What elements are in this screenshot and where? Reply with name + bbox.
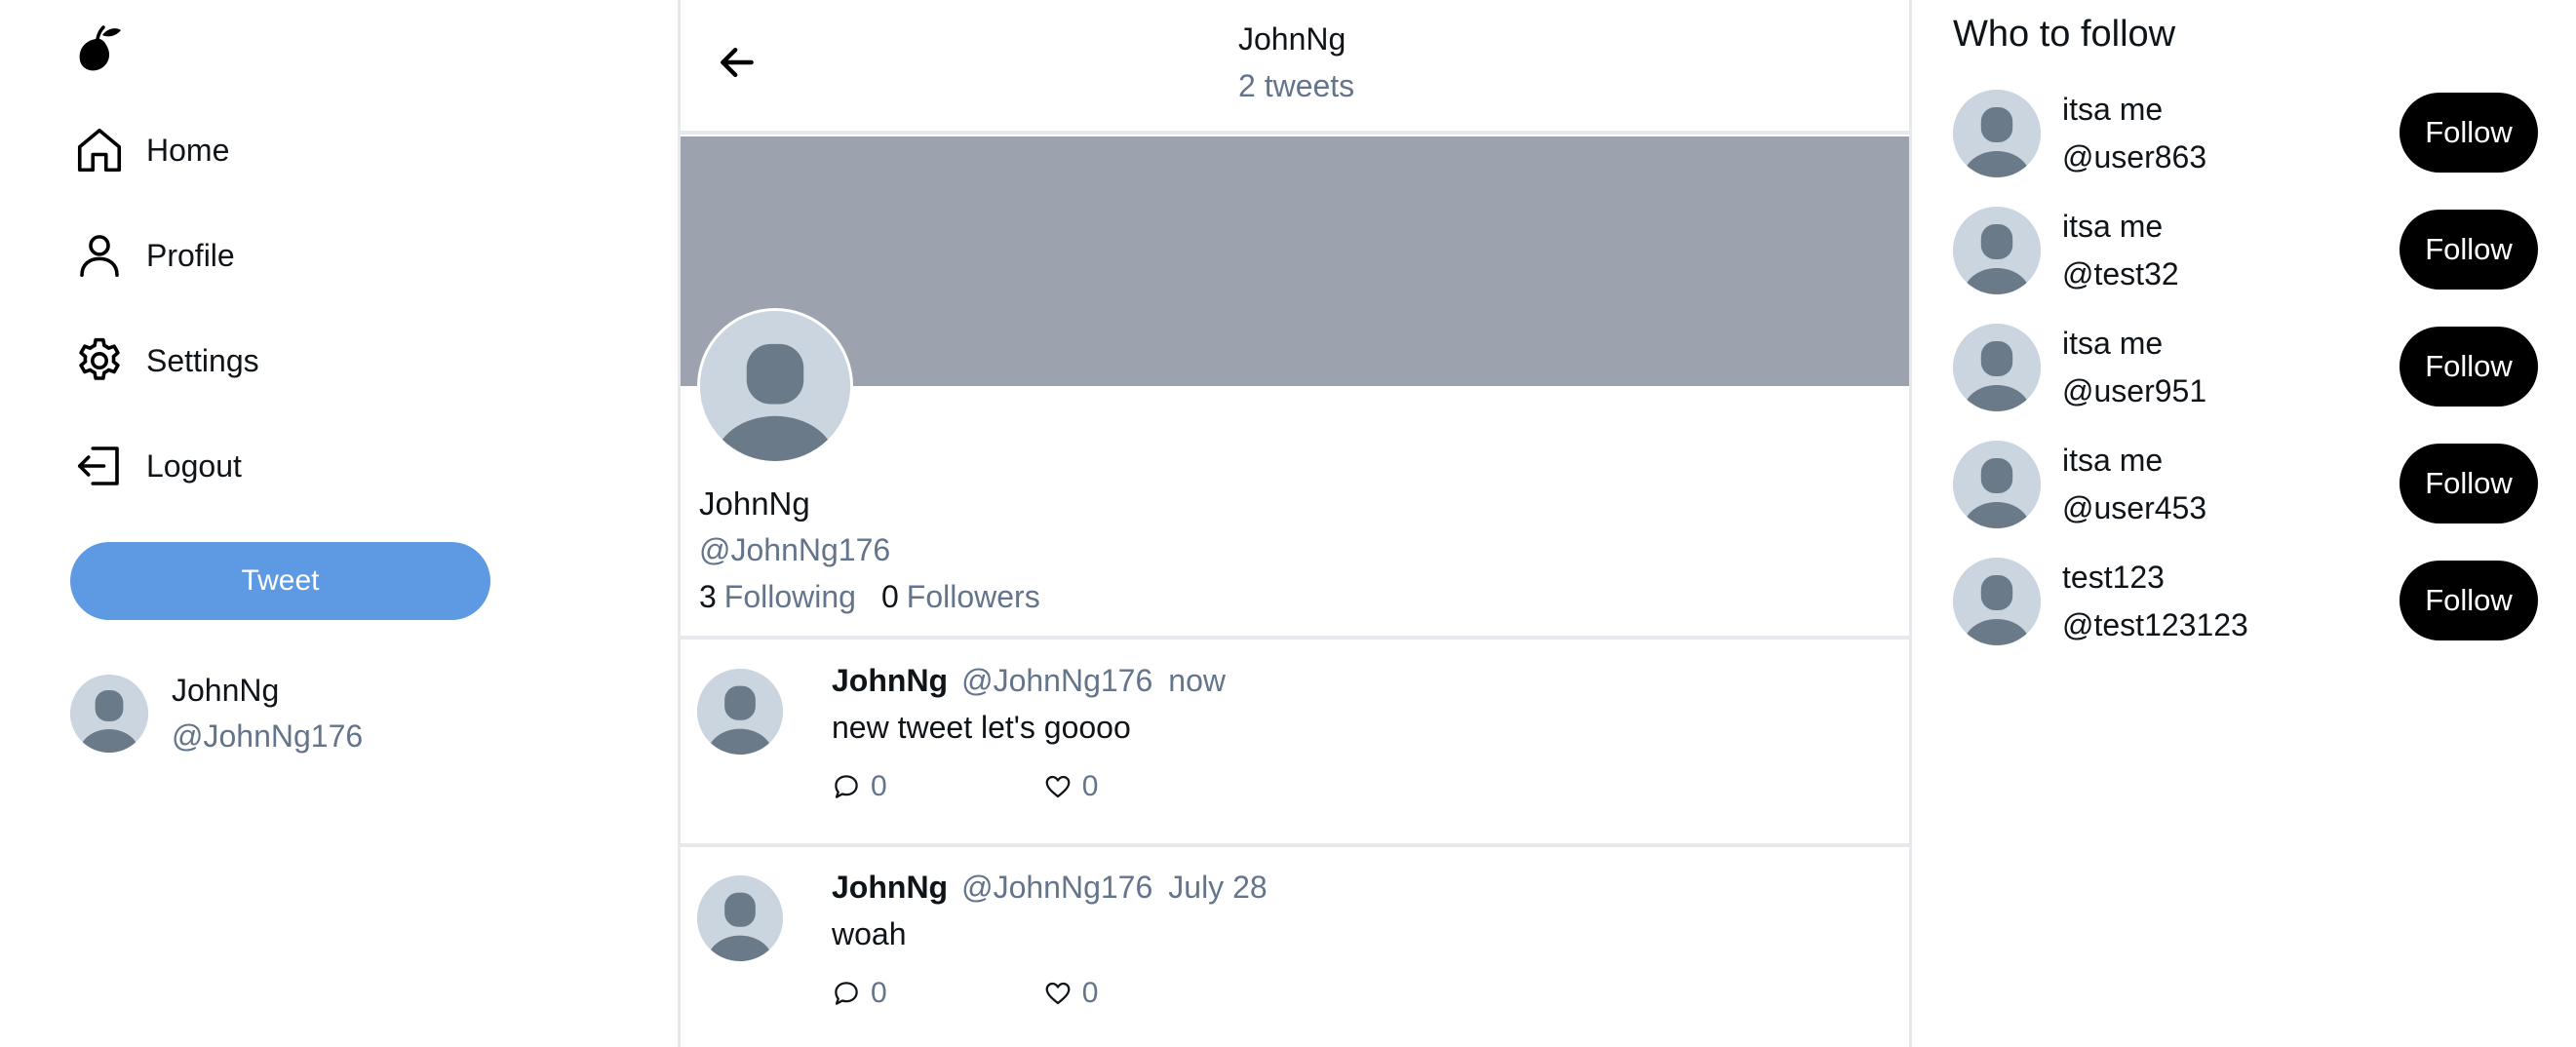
followers-label: Followers: [906, 579, 1040, 614]
nav-settings[interactable]: Settings: [72, 331, 259, 390]
nav-profile-label: Profile: [146, 237, 235, 273]
following-count: 3: [699, 579, 717, 614]
like-button[interactable]: 0: [1043, 770, 1099, 803]
suggestion-name: itsa me: [2062, 326, 2164, 361]
suggestion-handle: @user453: [2062, 490, 2207, 525]
follow-suggestion[interactable]: itsa me @user453 Follow: [1953, 436, 2538, 533]
tweet-author-name[interactable]: JohnNg: [832, 663, 948, 699]
tweet-item[interactable]: JohnNg @JohnNg176 July 28 woah 0 0: [681, 846, 1909, 1047]
avatar: [1953, 324, 2041, 411]
avatar: [70, 675, 148, 753]
nav-settings-label: Settings: [146, 342, 259, 378]
home-icon: [72, 123, 127, 177]
profile-stats: 3 Following 0 Followers: [699, 579, 1066, 615]
reply-count: 0: [871, 770, 887, 802]
follow-suggestion[interactable]: itsa me @user863 Follow: [1953, 85, 2538, 182]
follow-button[interactable]: Follow: [2400, 327, 2538, 407]
followers-count: 0: [880, 579, 899, 614]
suggestion-handle: @user951: [2062, 373, 2207, 408]
right-sidebar: Who to follow itsa me @user863 Follow it…: [1912, 0, 2576, 1047]
suggestion-name: itsa me: [2062, 92, 2164, 127]
profile-avatar: [697, 308, 853, 464]
like-button[interactable]: 0: [1043, 977, 1099, 1010]
gear-icon: [72, 333, 127, 388]
follow-button[interactable]: Follow: [2400, 561, 2538, 640]
tweet-item[interactable]: JohnNg @JohnNg176 now new tweet let's go…: [681, 640, 1909, 842]
heart-icon: [1045, 775, 1071, 798]
current-user-handle: @JohnNg176: [172, 718, 364, 754]
left-sidebar: Home Profile Settings Logout Tweet JohnN…: [0, 0, 678, 1047]
tweet-author-handle: @JohnNg176: [961, 663, 1153, 698]
follow-button[interactable]: Follow: [2400, 444, 2538, 524]
tweet-author-name[interactable]: JohnNg: [832, 870, 948, 906]
follow-button[interactable]: Follow: [2400, 93, 2538, 173]
follow-suggestion[interactable]: itsa me @user951 Follow: [1953, 319, 2538, 416]
reply-button[interactable]: 0: [832, 977, 887, 1010]
profile-banner: [681, 136, 1909, 386]
nav-logout-label: Logout: [146, 447, 242, 484]
user-icon: [72, 228, 127, 283]
nav-logout[interactable]: Logout: [72, 437, 242, 495]
current-user-name: JohnNg: [172, 673, 280, 708]
suggestion-handle: @user863: [2062, 139, 2207, 174]
tweet-text: new tweet let's goooo: [832, 710, 1131, 745]
avatar: [697, 875, 783, 961]
reply-count: 0: [871, 977, 887, 1009]
profile-name: JohnNg: [699, 485, 810, 522]
pear-logo-icon[interactable]: [72, 19, 127, 74]
nav-profile[interactable]: Profile: [72, 226, 235, 285]
nav-home[interactable]: Home: [72, 121, 229, 179]
suggestion-handle: @test123123: [2062, 607, 2248, 642]
avatar: [1953, 441, 2041, 528]
avatar: [697, 669, 783, 755]
followers-link[interactable]: 0 Followers: [881, 579, 1040, 615]
back-arrow-icon[interactable]: [710, 35, 764, 90]
like-count: 0: [1081, 977, 1099, 1009]
follow-suggestion[interactable]: test123 @test123123 Follow: [1953, 553, 2538, 650]
profile-header: JohnNg 2 tweets: [681, 0, 1909, 135]
following-label: Following: [723, 579, 856, 614]
follow-button[interactable]: Follow: [2400, 210, 2538, 290]
suggestion-name: test123: [2062, 560, 2165, 595]
profile-handle: @JohnNg176: [699, 532, 891, 567]
current-user-card[interactable]: JohnNg @JohnNg176: [70, 673, 363, 755]
avatar: [1953, 207, 2041, 294]
header-name: JohnNg: [1238, 21, 1347, 57]
reply-button[interactable]: 0: [832, 770, 887, 803]
follow-suggestion[interactable]: itsa me @test32 Follow: [1953, 202, 2538, 299]
comment-icon: [835, 982, 858, 1005]
main-column: JohnNg 2 tweets JohnNg @JohnNg176 3 Foll…: [678, 0, 1912, 1047]
heart-icon: [1045, 982, 1071, 1005]
tweet-timestamp: July 28: [1168, 870, 1268, 905]
suggestion-name: itsa me: [2062, 443, 2164, 478]
tweet-author-handle: @JohnNg176: [961, 870, 1153, 905]
avatar: [1953, 558, 2041, 645]
tweet-timestamp: now: [1168, 663, 1226, 698]
header-tweet-count: 2 tweets: [1238, 68, 1355, 103]
comment-icon: [835, 775, 858, 798]
suggestion-name: itsa me: [2062, 209, 2164, 244]
suggestion-handle: @test32: [2062, 256, 2179, 291]
who-to-follow-title: Who to follow: [1953, 14, 2176, 55]
nav-home-label: Home: [146, 132, 230, 168]
like-count: 0: [1081, 770, 1099, 802]
tweet-button[interactable]: Tweet: [70, 542, 490, 620]
logout-icon: [72, 439, 127, 493]
tweet-text: woah: [832, 916, 907, 951]
avatar: [1953, 90, 2041, 177]
following-link[interactable]: 3 Following: [699, 579, 856, 615]
